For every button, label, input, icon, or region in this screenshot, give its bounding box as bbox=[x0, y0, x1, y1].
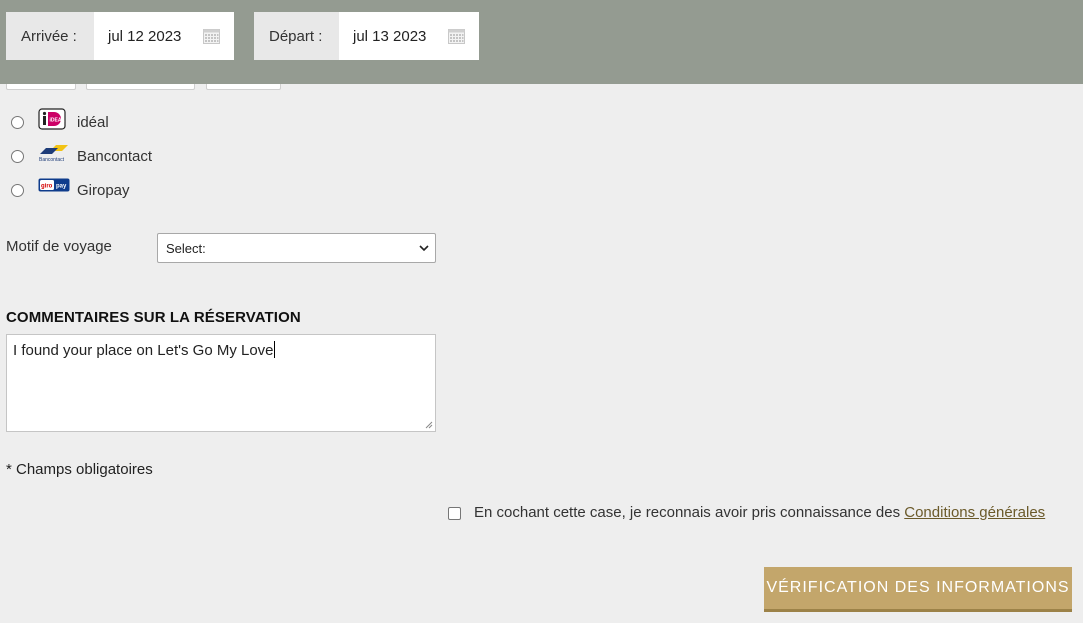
svg-text:iDEAL: iDEAL bbox=[50, 118, 65, 124]
comments-heading: COMMENTAIRES SUR LA RÉSERVATION bbox=[6, 309, 301, 326]
required-fields-note: * Champs obligatoires bbox=[6, 461, 153, 478]
departure-date-value: jul 13 2023 bbox=[353, 27, 427, 45]
calendar-icon[interactable] bbox=[448, 28, 465, 44]
verify-info-button[interactable]: VÉRIFICATION DES INFORMATIONS bbox=[764, 567, 1072, 612]
giropay-logo-icon: giro pay bbox=[38, 178, 70, 192]
ideal-radio[interactable] bbox=[11, 116, 24, 129]
travel-reason-label: Motif de voyage bbox=[6, 238, 112, 255]
svg-text:giro: giro bbox=[41, 184, 53, 190]
ideal-logo-icon: iDEAL bbox=[38, 108, 66, 130]
text-caret bbox=[273, 341, 275, 358]
resize-grip-icon[interactable] bbox=[425, 421, 433, 429]
bancontact-label: Bancontact bbox=[77, 148, 153, 165]
chevron-down-icon bbox=[419, 245, 429, 252]
bancontact-radio[interactable] bbox=[11, 150, 24, 163]
departure-date-input[interactable]: jul 13 2023 bbox=[339, 12, 479, 60]
date-bar: Arrivée : jul 12 2023 Départ : jul 13 20… bbox=[0, 0, 1083, 84]
terms-link[interactable]: Conditions générales bbox=[904, 504, 1045, 521]
arrival-date-group: Arrivée : jul 12 2023 bbox=[6, 12, 234, 60]
departure-label: Départ : bbox=[254, 12, 339, 60]
terms-label: En cochant cette case, je reconnais avoi… bbox=[474, 504, 905, 521]
arrival-label: Arrivée : bbox=[6, 12, 94, 60]
svg-text:pay: pay bbox=[56, 184, 67, 190]
arrival-date-value: jul 12 2023 bbox=[108, 27, 182, 45]
giropay-radio[interactable] bbox=[11, 184, 24, 197]
svg-text:Bancontact: Bancontact bbox=[39, 157, 65, 163]
terms-checkbox[interactable] bbox=[448, 507, 461, 520]
bancontact-logo-icon: Bancontact bbox=[39, 145, 68, 163]
departure-date-group: Départ : jul 13 2023 bbox=[254, 12, 479, 60]
comments-text: I found your place on Let's Go My Love bbox=[13, 342, 274, 359]
comments-textarea[interactable]: I found your place on Let's Go My Love bbox=[6, 334, 436, 432]
terms-text: En cochant cette case, je reconnais avoi… bbox=[474, 504, 1045, 521]
travel-reason-select[interactable]: Select: bbox=[157, 233, 436, 263]
ideal-label: idéal bbox=[77, 114, 109, 131]
calendar-icon[interactable] bbox=[203, 28, 220, 44]
travel-reason-selected: Select: bbox=[166, 240, 206, 256]
giropay-label: Giropay bbox=[77, 182, 130, 199]
arrival-date-input[interactable]: jul 12 2023 bbox=[94, 12, 234, 60]
